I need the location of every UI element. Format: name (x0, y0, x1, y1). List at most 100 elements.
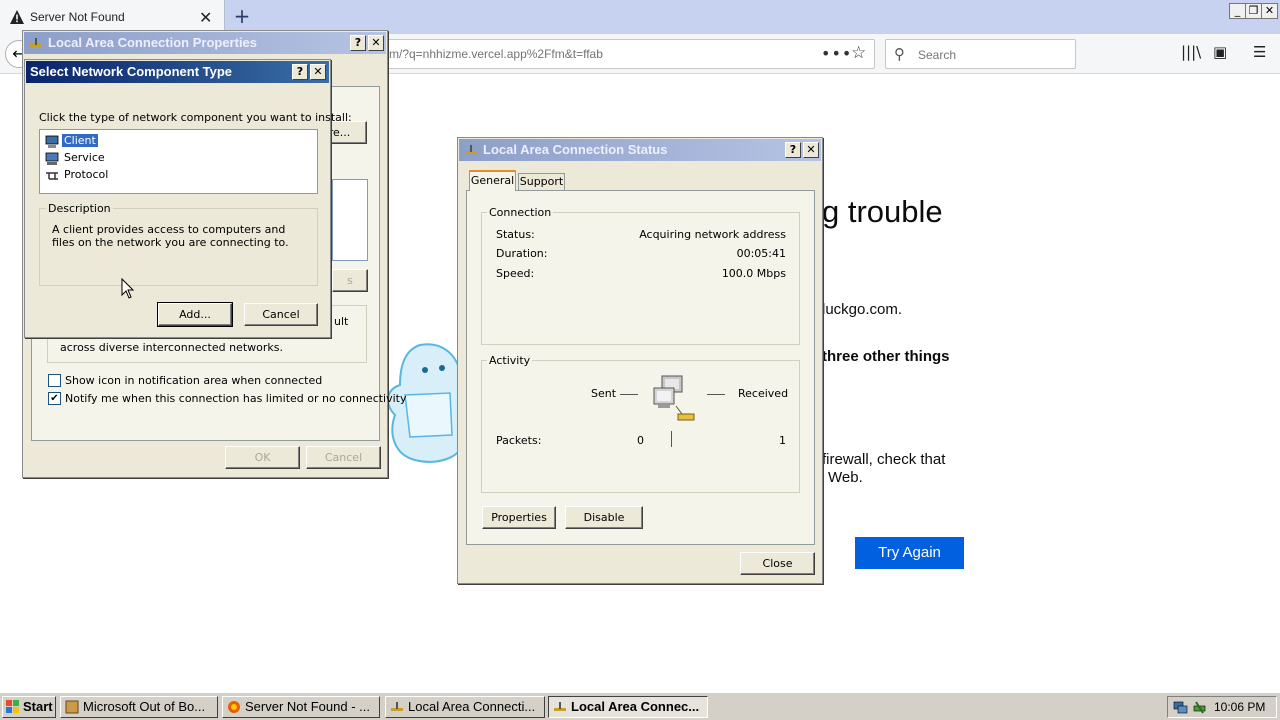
firefox-icon (228, 701, 240, 713)
add-button[interactable]: Add... (157, 302, 233, 327)
properties-title: Local Area Connection Properties (48, 35, 258, 50)
search-box[interactable]: ⚲ Search (885, 39, 1076, 69)
warning-icon (10, 10, 24, 24)
speed-label: Speed: (496, 267, 535, 280)
packets-sent-value: 0 (637, 434, 644, 447)
taskbar: Start Microsoft Out of Bo... Server Not … (0, 692, 1280, 720)
help-button[interactable]: ? (350, 35, 366, 51)
general-tab-panel: Connection Status: Acquiring network add… (466, 190, 815, 545)
properties-title-bar[interactable]: Local Area Connection Properties ? ✕ (24, 32, 386, 54)
notify-checkbox[interactable]: ✔ (48, 392, 61, 405)
tab-support[interactable]: Support (518, 173, 565, 191)
properties-button[interactable]: s (332, 269, 368, 292)
speed-value: 100.0 Mbps (721, 267, 786, 280)
cancel-button[interactable]: Cancel (244, 303, 318, 326)
minimize-button[interactable]: _ (1229, 3, 1246, 19)
taskbar-item-active[interactable]: Local Area Connec... (548, 696, 708, 718)
library-icon[interactable]: |||\ (1181, 43, 1201, 61)
bookmark-star-icon[interactable]: ☆ (851, 43, 866, 63)
error-line: luckgo.com. (822, 301, 903, 318)
url-bar[interactable]: m/?q=nhhizme.vercel.app%2Ffm&t=ffab ••• … (380, 39, 875, 69)
show-icon-label: Show icon in notification area when conn… (65, 374, 323, 387)
activity-group (481, 360, 800, 493)
select-component-title-bar[interactable]: Select Network Component Type ? ✕ (26, 61, 329, 83)
sent-label: Sent (591, 387, 617, 400)
sidebar-icon[interactable]: ▣ (1213, 43, 1227, 61)
cancel-button[interactable]: Cancel (306, 446, 381, 469)
disable-button[interactable]: Disable (565, 506, 643, 529)
taskbar-item-label: Local Area Connec... (571, 699, 700, 714)
close-button[interactable]: ✕ (368, 35, 384, 51)
description-group-label: Description (46, 202, 113, 215)
tab-title: Server Not Found (30, 10, 125, 24)
component-type-list[interactable]: Client Service Protocol (39, 129, 318, 194)
close-button[interactable]: ✕ (310, 64, 326, 80)
close-window-button[interactable]: ✕ (1261, 3, 1278, 19)
notify-label: Notify me when this connection has limit… (65, 392, 407, 405)
help-button[interactable]: ? (292, 64, 308, 80)
network-computers-icon (653, 375, 695, 421)
tab-general[interactable]: General (469, 170, 516, 191)
properties-button[interactable]: Properties (482, 506, 556, 529)
connection-group-label: Connection (487, 206, 554, 219)
clock: 10:06 PM (1214, 700, 1266, 714)
service-icon (45, 152, 59, 165)
search-placeholder: Search (918, 48, 957, 62)
error-heading: g trouble (822, 194, 943, 229)
components-list[interactable] (332, 179, 368, 261)
status-title: Local Area Connection Status (483, 142, 668, 157)
taskbar-item-label: Server Not Found - ... (245, 699, 370, 714)
safely-remove-icon[interactable] (1192, 700, 1207, 715)
close-button[interactable]: ✕ (803, 142, 819, 158)
taskbar-item[interactable]: Server Not Found - ... (222, 696, 380, 718)
list-item-label: Service (64, 151, 105, 164)
packets-received-value: 1 (779, 434, 786, 447)
new-tab-icon[interactable]: + (230, 4, 254, 28)
description-text: ult (334, 315, 349, 328)
windows-logo-icon (6, 700, 19, 713)
system-tray: 10:06 PM (1167, 696, 1277, 718)
taskbar-item-label: Local Area Connecti... (408, 699, 536, 714)
try-again-button[interactable]: Try Again (855, 537, 964, 569)
browser-tab-bar: Server Not Found ✕ + _ ❐ ✕ (0, 0, 1280, 34)
taskbar-item[interactable]: Microsoft Out of Bo... (60, 696, 218, 718)
show-icon-checkbox[interactable] (48, 374, 61, 387)
duration-value: 00:05:41 (736, 247, 786, 260)
list-item-label: Client (61, 133, 99, 148)
protocol-icon (46, 172, 58, 180)
instruction-text: Click the type of network component you … (39, 111, 352, 124)
error-line: firewall, check that (822, 451, 946, 468)
list-item-label: Protocol (64, 168, 109, 181)
received-line (707, 394, 725, 395)
network-icon (30, 38, 42, 47)
error-line: Web. (828, 469, 863, 486)
page-actions-icon[interactable]: ••• (821, 44, 852, 63)
browser-tab[interactable]: Server Not Found ✕ (0, 0, 225, 34)
status-title-bar[interactable]: Local Area Connection Status ? ✕ (459, 139, 821, 161)
sent-line (620, 394, 638, 395)
client-icon (45, 135, 59, 148)
error-line: three other things (822, 348, 950, 365)
tab-close-icon[interactable]: ✕ (199, 8, 212, 27)
search-icon: ⚲ (894, 45, 905, 63)
close-dialog-button[interactable]: Close (740, 552, 815, 575)
start-label: Start (23, 699, 53, 714)
start-button[interactable]: Start (2, 696, 56, 718)
network-icon (554, 702, 566, 711)
oobe-icon (65, 700, 79, 714)
mouse-cursor-icon (121, 278, 135, 299)
taskbar-item-label: Microsoft Out of Bo... (83, 699, 206, 714)
select-component-title: Select Network Component Type (30, 64, 233, 79)
network-icon (391, 702, 403, 711)
network-icon (465, 145, 477, 154)
select-component-dialog: Select Network Component Type ? ✕ Click … (24, 59, 352, 338)
packets-divider (671, 431, 672, 447)
ok-button[interactable]: OK (225, 446, 300, 469)
help-button[interactable]: ? (785, 142, 801, 158)
menu-icon[interactable]: ☰ (1253, 43, 1266, 61)
network-tray-icon[interactable] (1173, 700, 1188, 715)
activity-group-label: Activity (487, 354, 533, 367)
received-label: Received (738, 387, 789, 400)
restore-button[interactable]: ❐ (1245, 3, 1262, 19)
taskbar-item[interactable]: Local Area Connecti... (385, 696, 545, 718)
